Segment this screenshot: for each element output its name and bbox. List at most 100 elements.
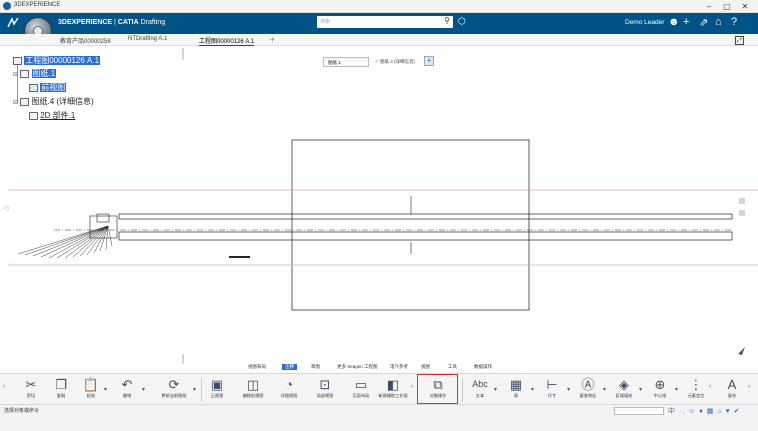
part-upper-rail[interactable] — [118, 213, 733, 220]
add-tab-button[interactable]: + — [270, 35, 275, 44]
ime-indicator[interactable]: 中 ·, ☺ ♦ ▦ ⌂ ♥ ✔ — [668, 406, 740, 416]
add-sheet-button[interactable]: + — [424, 56, 434, 66]
sheet-selector[interactable]: 图纸.1 — [323, 57, 369, 67]
tab-tools[interactable]: 工具 — [448, 364, 457, 370]
tab-edu-product[interactable]: 教育产品00000258 — [60, 36, 111, 45]
command-tabs: 视图布局 注释 草图 更多 Seagen 工程图 电气参考 视图 工具 数据操作 — [0, 364, 758, 372]
share-icon[interactable]: ⇗ — [699, 16, 708, 29]
clipping-view-button[interactable]: ⊡ 局部视图 — [308, 376, 342, 404]
resize-handle-icon[interactable] — [738, 347, 745, 355]
update-sheet-button[interactable]: ⟳ 更新当前图纸 — [154, 376, 194, 404]
tab-view-layout[interactable]: 视图布局 — [248, 364, 266, 370]
tab-electrical[interactable]: 电气参考 — [390, 364, 408, 370]
datum-feature-button[interactable]: Ⓐ 基准特征 — [571, 376, 605, 404]
component-icon — [29, 111, 38, 120]
user-icon[interactable]: ☻ — [668, 16, 680, 28]
scroll-right-icon[interactable]: › — [748, 384, 750, 390]
home-icon[interactable]: ⌂ — [715, 16, 722, 28]
hatch-fan[interactable] — [17, 225, 113, 259]
tree-sheet-4-label[interactable]: 图纸.4 (详细信息) — [32, 97, 94, 106]
tab-drawing[interactable]: 工程图00000126 A.1 — [199, 36, 255, 46]
centerline-button[interactable]: ⊕ 中心线 — [643, 376, 677, 404]
offset-section-button[interactable]: ◫ 偏移剖视图 — [236, 376, 270, 404]
tab-sketch[interactable]: 草图 — [311, 364, 320, 370]
element-position-button[interactable]: ⋮ 元素定位 — [679, 376, 713, 404]
datum-dropdown-icon[interactable]: ▾ — [603, 386, 606, 393]
brand-app: CATIA — [117, 19, 139, 26]
tag-icon[interactable]: ⬡ — [458, 16, 466, 27]
tree-sheet-4[interactable]: ⊟ 图纸.4 (详细信息) — [13, 96, 94, 107]
tree-root-label[interactable]: 工程图00000126 A.1 — [24, 56, 101, 65]
area-fill-button[interactable]: ◈ 区域填充 — [607, 376, 641, 404]
search-input[interactable]: 搜索 ⚲ — [317, 16, 453, 28]
centerline-dropdown-icon[interactable]: ▾ — [675, 386, 678, 393]
update-dropdown-icon[interactable]: ▾ — [193, 386, 196, 393]
centerline-icon: ⊕ — [654, 377, 666, 392]
ds-logo-icon[interactable] — [6, 16, 20, 30]
tab-view[interactable]: 视图 — [421, 364, 430, 370]
catia-drafting-window: 3DEXPERIENCE – ▢ ✕ 3DEXPERIENCE | CATIA … — [0, 0, 758, 431]
tree-sheet-1-label[interactable]: 图纸.1 — [31, 69, 57, 78]
detail-sheet-selector[interactable]: ✐ 图纸.4 (详细信息) — [373, 57, 419, 67]
app-header: 3DEXPERIENCE | CATIA Drafting 搜索 ⚲ ⬡ Dem… — [0, 13, 758, 34]
search-icon[interactable]: ⚲ — [444, 16, 450, 25]
tree-2d-component-label[interactable]: 2D 部件.1 — [40, 111, 75, 120]
help-icon[interactable]: ? — [731, 16, 737, 28]
text-button[interactable]: Abc 文本 — [463, 376, 497, 404]
front-view-icon: ▣ — [210, 377, 224, 392]
minimize-button[interactable]: – — [700, 0, 718, 13]
paste-button[interactable]: 📋 粘贴 — [74, 376, 108, 404]
command-input[interactable] — [614, 407, 664, 415]
tab-more-drawing[interactable]: 更多 Seagen 工程图 — [337, 364, 378, 370]
dimension-button[interactable]: ⊢ 尺寸 — [535, 376, 569, 404]
close-button[interactable]: ✕ — [736, 0, 754, 13]
table-label: 表 — [513, 393, 519, 398]
scroll-left-icon[interactable]: ‹ — [3, 384, 5, 390]
new-workplane-button[interactable]: ◧ 新建辅助工作面 — [374, 376, 412, 404]
copy-button[interactable]: ❐ 复制 — [44, 376, 78, 404]
tree-sheet-1[interactable]: ⊟ 图纸.1 — [13, 68, 57, 79]
collapse-group-icon[interactable]: › — [411, 384, 413, 390]
tab-data-operation[interactable]: 数据操作 — [474, 364, 492, 370]
undo-dropdown-icon[interactable]: ▾ — [142, 386, 145, 393]
table-button[interactable]: ▦ 表 — [499, 376, 533, 404]
back-layout-button[interactable]: ▭ 后面布局 — [344, 376, 378, 404]
tree-front-view[interactable]: 前视图 — [29, 82, 67, 93]
right-panel-icon-1[interactable] — [739, 198, 745, 204]
user-name[interactable]: Demo Leader — [625, 19, 664, 26]
tree-root[interactable]: 工程图00000126 A.1 — [13, 55, 101, 66]
table-dropdown-icon[interactable]: ▾ — [531, 386, 534, 393]
paste-dropdown-icon[interactable]: ▾ — [104, 386, 107, 393]
area-fill-dropdown-icon[interactable]: ▾ — [639, 386, 642, 393]
element-position-icon: ⋮ — [689, 377, 703, 392]
search-placeholder: 搜索 — [320, 19, 331, 25]
detail-view-button[interactable]: ◔ 详细视图 — [272, 376, 306, 404]
tree-2d-component[interactable]: 2D 部件.1 — [29, 110, 75, 121]
front-view-label: 正视图 — [210, 393, 224, 398]
collapse-icon[interactable]: ⊟ — [13, 72, 18, 78]
view-label-bar[interactable] — [229, 256, 250, 258]
right-panel-icon-2[interactable] — [739, 210, 745, 216]
maximize-button[interactable]: ▢ — [718, 0, 736, 13]
tree-front-view-label[interactable]: 前视图 — [40, 83, 67, 92]
text-dropdown-icon[interactable]: ▾ — [494, 386, 497, 393]
undo-button[interactable]: ↶ 撤销 — [110, 376, 144, 404]
plus-icon[interactable]: + — [683, 16, 689, 28]
complex-button[interactable]: A 复杂 — [719, 376, 745, 404]
text-label: 文本 — [475, 393, 485, 398]
scroll-group-icon[interactable]: ‹ — [709, 384, 711, 390]
collapse-icon[interactable]: ⊟ — [13, 100, 18, 106]
dimension-dropdown-icon[interactable]: ▾ — [567, 386, 570, 393]
cut-button[interactable]: ✂ 剪切 — [14, 376, 48, 404]
area-fill-icon: ◈ — [619, 377, 629, 392]
clipping-view-label: 局部视图 — [316, 393, 334, 398]
paste-icon: 📋 — [82, 377, 100, 392]
left-collapse-icon[interactable]: ◁ — [3, 205, 9, 212]
drawing-canvas[interactable]: ◁ — [0, 46, 758, 364]
part-lower-rail[interactable] — [118, 231, 733, 241]
expand-icon[interactable]: ⤢ — [735, 36, 744, 45]
tab-annotation[interactable]: 注释 — [282, 364, 297, 370]
front-view-button[interactable]: ▣ 正视图 — [200, 376, 234, 404]
sheet-frame[interactable] — [291, 139, 530, 311]
tab-ntdrafting[interactable]: NTDrafting A.1 — [128, 36, 167, 42]
